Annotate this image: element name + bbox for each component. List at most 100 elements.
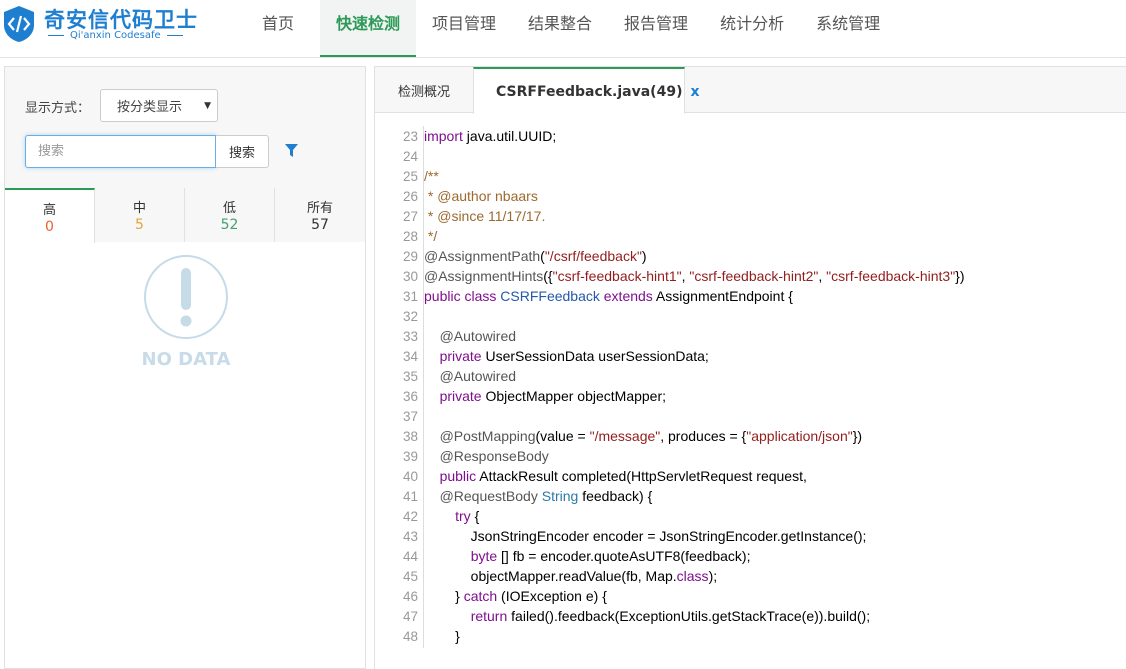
editor-tabbar: 检测概况 CSRFFeedback.java(49) x [375,67,1126,114]
tab-low-label: 低 [222,201,236,216]
line-number: 34 [402,348,418,364]
line-number: 43 [402,528,418,544]
code-line: 42 try { [393,506,1126,526]
line-number: 24 [402,148,418,164]
code-text: @AssignmentHints({"csrf-feedback-hint1",… [424,268,965,284]
line-number: 30 [402,268,418,284]
severity-tabs: 高 0 中 5 低 52 所有 57 [5,188,365,243]
code-text: try { [455,508,480,524]
line-number: 25 [402,168,418,184]
code-line: 41 @RequestBody String feedback) { [393,486,1126,506]
left-panel: 显示方式： 按分类显示 ▼ 搜索 高 0 中 5 低 52 所有 57 [4,66,366,669]
code-line: 48 } [393,626,1126,646]
line-number: 45 [402,568,418,584]
line-number: 27 [402,208,418,224]
tab-all-count: 57 [311,217,329,233]
code-text: public class CSRFFeedback extends Assign… [424,288,793,304]
exclamation-icon [144,255,228,339]
line-number: 26 [402,188,418,204]
code-text: @PostMapping(value = "/message", produce… [439,428,863,444]
line-number: 35 [402,368,418,384]
code-text: JsonStringEncoder encoder = JsonStringEn… [424,528,867,544]
tab-overview[interactable]: 检测概况 [375,67,473,113]
line-number: 47 [402,608,418,624]
code-line: 27 * @since 11/17/17. [393,206,1126,226]
nav-project-management[interactable]: 项目管理 [416,0,512,57]
tab-file-label: CSRFFeedback.java(49) [496,83,683,100]
tab-all-label: 所有 [306,201,333,216]
code-line: 38 @PostMapping(value = "/message", prod… [393,426,1126,446]
code-text: * @author nbaars [424,188,538,204]
code-text: return failed().feedback(ExceptionUtils.… [470,608,871,624]
code-line: 24 [393,146,1126,166]
display-mode-value: 按分类显示 [117,100,183,115]
display-mode-select[interactable]: 按分类显示 ▼ [100,89,218,122]
line-number: 48 [402,628,418,644]
line-number: 46 [402,588,418,604]
nav-home[interactable]: 首页 [246,0,320,57]
tab-all[interactable]: 所有 57 [275,188,365,242]
code-line: 45 objectMapper.readValue(fb, Map.class)… [393,566,1126,586]
code-text: @Autowired [439,368,517,384]
code-text: private UserSessionData userSessionData; [439,348,709,364]
line-number: 29 [402,248,418,264]
nav-quick-scan[interactable]: 快速检测 [320,0,417,57]
tab-low[interactable]: 低 52 [185,188,275,242]
close-icon[interactable]: x [690,84,699,100]
tab-high[interactable]: 高 0 [5,188,95,243]
line-number: 36 [402,388,418,404]
code-line: 39 @ResponseBody [393,446,1126,466]
code-text: @AssignmentPath("/csrf/feedback") [424,248,647,264]
tab-low-count: 52 [220,217,239,233]
line-number: 41 [402,488,418,504]
code-text: public AttackResult completed(HttpServle… [439,468,807,484]
line-number: 40 [402,468,418,484]
code-line: 29 @AssignmentPath("/csrf/feedback") [393,246,1126,266]
nav-system-management[interactable]: 系统管理 [800,0,896,57]
display-mode-label: 显示方式： [25,101,91,116]
line-number: 32 [402,308,418,324]
code-line: 46 } catch (IOException e) { [393,586,1126,606]
code-line: 37 [393,406,1126,426]
code-line: 36 private ObjectMapper objectMapper; [393,386,1126,406]
tab-high-label: 高 [42,203,56,218]
gutter-divider [423,126,424,648]
tab-medium[interactable]: 中 5 [95,188,185,242]
code-line: 44 byte [] fb = encoder.quoteAsUTF8(feed… [393,546,1126,566]
code-text: @ResponseBody [439,448,549,464]
code-line: 35 @Autowired [393,366,1126,386]
code-line: 34 private UserSessionData userSessionDa… [393,346,1126,366]
nav-statistics[interactable]: 统计分析 [704,0,800,57]
code-text: byte [] fb = encoder.quoteAsUTF8(feedbac… [470,548,751,564]
code-line: 47 return failed().feedback(ExceptionUti… [393,606,1126,626]
code-line: 26 * @author nbaars [393,186,1126,206]
nav-result-merge[interactable]: 结果整合 [512,0,608,57]
logo[interactable]: 奇安信代码卫士 Qi'anxin Codesafe [0,0,210,50]
tab-file[interactable]: CSRFFeedback.java(49) x [473,67,700,114]
search-input[interactable] [25,135,216,168]
line-number: 31 [402,288,418,304]
code-text: @Autowired [439,328,517,344]
code-line: 40 public AttackResult completed(HttpSer… [393,466,1126,486]
code-line: 25/** [393,166,1126,186]
line-number: 44 [402,548,418,564]
code-text: * @since 11/17/17. [424,208,546,224]
search-button[interactable]: 搜索 [216,135,269,168]
nav-report-management[interactable]: 报告管理 [608,0,704,57]
code-text: } catch (IOException e) { [424,588,607,604]
code-viewer: 23 import java.util.UUID; 24 25/** 26 * @aut… [393,126,1126,666]
code-text: objectMapper.readValue(fb, Map.class); [424,568,718,584]
code-line: 33 @Autowired [393,326,1126,346]
code-line: 23 import java.util.UUID; [393,126,1126,146]
filter-area: 显示方式： 按分类显示 ▼ 搜索 [5,67,365,188]
code-text: import java.util.UUID; [424,128,557,144]
caret-down-icon: ▼ [204,101,211,111]
code-line: 28 */ [393,226,1126,246]
code-text: } [424,628,460,644]
tab-medium-label: 中 [132,201,146,216]
tab-high-count: 0 [45,219,54,235]
code-text: @RequestBody String feedback) { [439,488,653,504]
filter-icon[interactable] [285,144,298,158]
main-nav: 首页 快速检测 项目管理 结果整合 报告管理 统计分析 系统管理 [230,0,896,57]
logo-subtitle: Qi'anxin Codesafe [48,30,183,41]
